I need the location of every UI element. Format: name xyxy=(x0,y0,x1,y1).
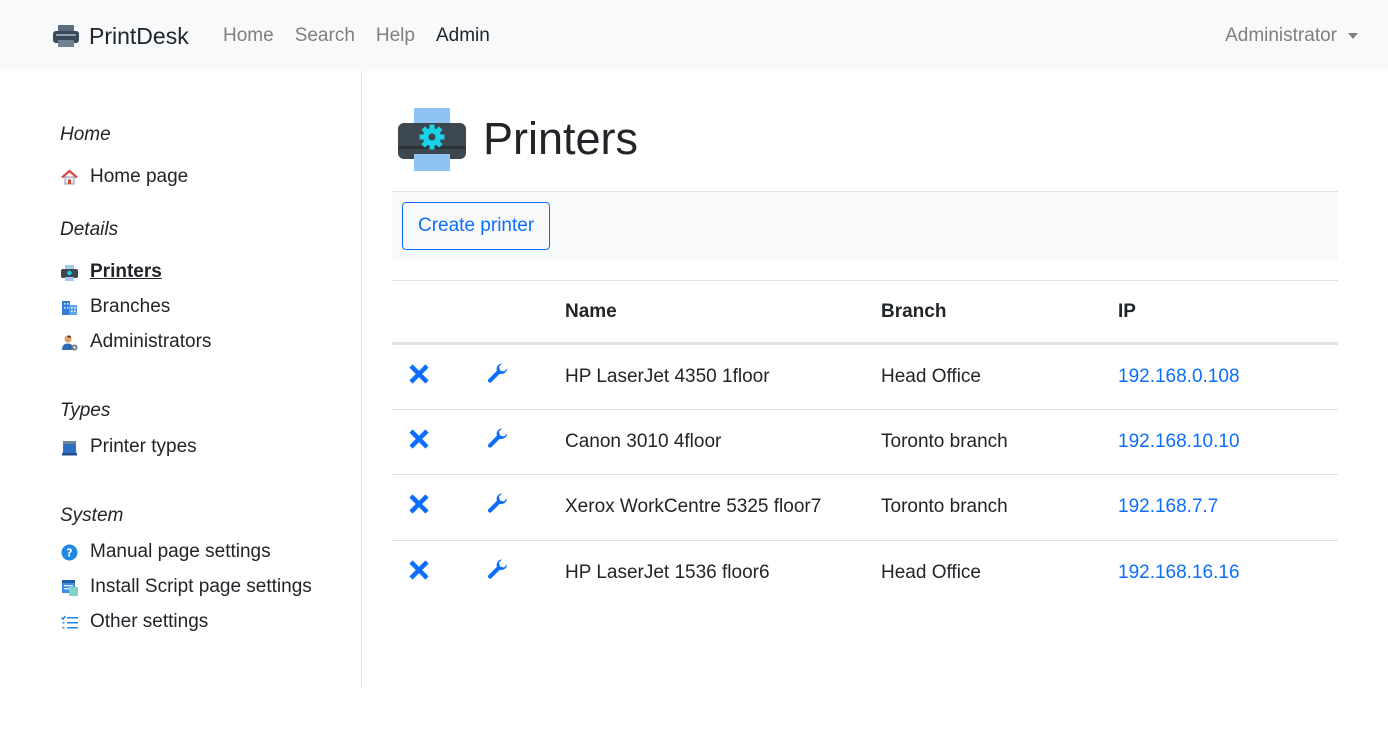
edit-wrench-icon[interactable] xyxy=(486,362,510,386)
column-header-ip: IP xyxy=(1118,300,1136,322)
printer-name-cell: HP LaserJet 4350 1floor xyxy=(565,365,770,387)
page-header: Printers xyxy=(397,104,638,174)
edit-wrench-icon[interactable] xyxy=(486,492,510,516)
printer-settings-icon xyxy=(398,108,466,171)
printer-logo-icon xyxy=(53,25,79,47)
sidebar-item-other-settings[interactable]: Other settings xyxy=(60,610,208,634)
sidebar-item-home-page[interactable]: Home page xyxy=(60,165,188,189)
delete-x-icon[interactable] xyxy=(407,427,431,451)
create-printer-button[interactable]: Create printer xyxy=(402,202,551,250)
help-icon: ? xyxy=(61,544,78,560)
ip-link[interactable]: 192.168.7.7 xyxy=(1118,496,1218,517)
branch-cell: Head Office xyxy=(881,365,981,387)
sidebar-section-types: Types xyxy=(60,400,111,421)
user-menu-dropdown[interactable]: Administrator xyxy=(1225,24,1358,48)
printer-type-icon xyxy=(62,440,77,455)
chevron-down-icon xyxy=(1348,33,1358,39)
sidebar-section-home: Home xyxy=(60,124,111,145)
checklist-icon xyxy=(60,615,78,628)
printer-icon xyxy=(61,264,78,281)
user-name: Administrator xyxy=(1225,25,1337,46)
edit-wrench-icon[interactable] xyxy=(486,427,510,451)
table-header-row: Name Branch IP xyxy=(392,280,1338,344)
sidebar-item-label: Other settings xyxy=(90,611,209,632)
sidebar-section-details: Details xyxy=(60,219,119,240)
printer-name-cell: Xerox WorkCentre 5325 floor7 xyxy=(565,496,822,518)
ip-link[interactable]: 192.168.0.108 xyxy=(1118,366,1240,387)
building-icon xyxy=(62,300,77,315)
delete-x-icon[interactable] xyxy=(407,362,431,386)
sidebar-item-label: Printers xyxy=(90,261,162,282)
script-icon xyxy=(62,579,78,596)
printer-name-cell: Canon 3010 4floor xyxy=(565,430,722,452)
sidebar-section-system: System xyxy=(60,505,124,526)
table-row: Xerox WorkCentre 5325 floor7 Toronto bra… xyxy=(392,475,1338,540)
branch-cell: Head Office xyxy=(881,562,981,583)
printers-table: Name Branch IP HP LaserJet 4350 1floor H… xyxy=(392,280,1338,606)
nav-admin[interactable]: Admin xyxy=(436,24,490,48)
sidebar-item-label: Administrators xyxy=(90,331,212,352)
sidebar-item-printers[interactable]: Printers xyxy=(60,260,162,284)
column-header-branch: Branch xyxy=(881,300,947,322)
delete-x-icon[interactable] xyxy=(407,558,431,582)
delete-x-icon[interactable] xyxy=(407,492,431,516)
column-header-edit xyxy=(472,281,565,344)
brand-link[interactable]: PrintDesk xyxy=(52,22,189,50)
sidebar: Home Home page Details Printers Branches xyxy=(0,71,362,687)
ip-link[interactable]: 192.168.16.16 xyxy=(1118,562,1240,583)
main-nav: Home Search Help Admin xyxy=(223,24,511,48)
admin-user-icon xyxy=(62,334,78,350)
table-row: HP LaserJet 4350 1floor Head Office 192.… xyxy=(392,344,1338,409)
nav-home[interactable]: Home xyxy=(223,24,274,48)
nav-search[interactable]: Search xyxy=(295,24,355,48)
top-navbar: PrintDesk Home Search Help Admin Adminis… xyxy=(0,0,1388,71)
column-header-delete xyxy=(392,281,472,344)
column-header-name: Name xyxy=(565,300,617,322)
house-icon xyxy=(61,169,78,184)
sidebar-item-label: Manual page settings xyxy=(90,541,271,562)
sidebar-item-branches[interactable]: Branches xyxy=(60,295,170,319)
ip-link[interactable]: 192.168.10.10 xyxy=(1118,431,1240,452)
page-title: Printers xyxy=(483,113,639,164)
sidebar-item-label: Install Script page settings xyxy=(90,576,312,597)
edit-wrench-icon[interactable] xyxy=(486,558,510,582)
sidebar-item-manual-page-settings[interactable]: ? Manual page settings xyxy=(60,540,271,564)
sidebar-item-label: Branches xyxy=(90,296,171,317)
sidebar-item-install-script-page-settings[interactable]: Install Script page settings xyxy=(60,575,312,599)
nav-help[interactable]: Help xyxy=(376,24,415,48)
branch-cell: Toronto branch xyxy=(881,496,1008,518)
svg-text:?: ? xyxy=(66,546,72,559)
branch-cell: Toronto branch xyxy=(881,430,1008,452)
sidebar-item-label: Home page xyxy=(90,166,189,187)
sidebar-item-label: Printer types xyxy=(90,436,197,457)
brand-name: PrintDesk xyxy=(89,22,189,49)
sidebar-item-printer-types[interactable]: Printer types xyxy=(60,435,197,459)
printer-name-cell: HP LaserJet 1536 floor6 xyxy=(565,562,770,583)
action-toolbar: Create printer xyxy=(392,191,1338,260)
sidebar-item-administrators[interactable]: Administrators xyxy=(60,330,211,354)
table-row: Canon 3010 4floor Toronto branch 192.168… xyxy=(392,409,1338,475)
table-row: HP LaserJet 1536 floor6 Head Office 192.… xyxy=(392,540,1338,606)
